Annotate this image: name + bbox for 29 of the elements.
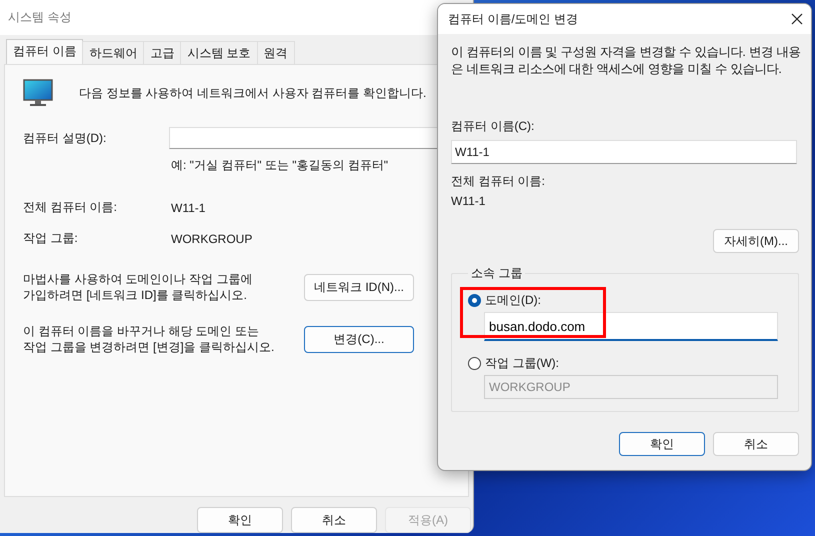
action-button[interactable]: 변경(C)...: [304, 326, 414, 353]
computer-name-field[interactable]: W11-1: [451, 140, 797, 164]
field-label: 전체 컴퓨터 이름:: [23, 199, 118, 216]
field-value: W11-1: [171, 200, 206, 215]
dialog-button[interactable]: 취소: [713, 432, 799, 456]
radio-label[interactable]: 작업 그룹(W):: [485, 355, 559, 372]
instruction-text: 마법사를 사용하여 도메인이나 작업 그룹에 가입하려면 [네트워크 ID]를 클릭하십시오.: [23, 271, 254, 304]
hint-text: 예: "거실 컴퓨터" 또는 "홍길동의 컴퓨터": [171, 157, 390, 174]
field-label: 컴퓨터 설명(D):: [23, 130, 108, 147]
group-title: 소속 그룹: [470, 265, 524, 282]
tab[interactable]: 컴퓨터 이름: [6, 39, 84, 66]
field-label: 전체 컴퓨터 이름:: [451, 173, 546, 190]
field-value: WORKGROUP: [171, 232, 252, 246]
tab[interactable]: 하드웨어: [82, 41, 144, 66]
instruction-text: 이 컴퓨터 이름을 바꾸거나 해당 도메인 또는 작업 그룹을 변경하려면 [변경]을 클릭하십시오.: [23, 323, 276, 356]
intro-text: 다음 정보를 사용하여 네트워크에서 사용자 컴퓨터를 확인합니다.: [79, 84, 426, 102]
tab[interactable]: 원격: [256, 41, 295, 66]
radio-label[interactable]: 도메인(D):: [485, 292, 541, 309]
more-button[interactable]: 자세히(M)...: [713, 229, 799, 253]
dialog-button[interactable]: 확인: [197, 507, 283, 533]
action-button[interactable]: 네트워크 ID(N)...: [304, 274, 414, 301]
intro-text: 이 컴퓨터의 이름 및 구성원 자격을 변경할 수 있습니다. 변경 내용은 네트워크 리소스에 대한 액세스에 영향을 미칠 수 있습니다.: [451, 44, 802, 78]
dialog-title: 컴퓨터 이름/도메인 변경: [448, 10, 578, 28]
dialog-button[interactable]: 확인: [619, 432, 705, 456]
input-field[interactable]: busan.dodo.com: [484, 312, 778, 341]
field-label: 작업 그룹:: [23, 230, 79, 248]
field-value: W11-1: [451, 194, 486, 208]
dialog-button[interactable]: 취소: [291, 507, 377, 533]
field-label: 컴퓨터 이름(C):: [451, 118, 536, 135]
